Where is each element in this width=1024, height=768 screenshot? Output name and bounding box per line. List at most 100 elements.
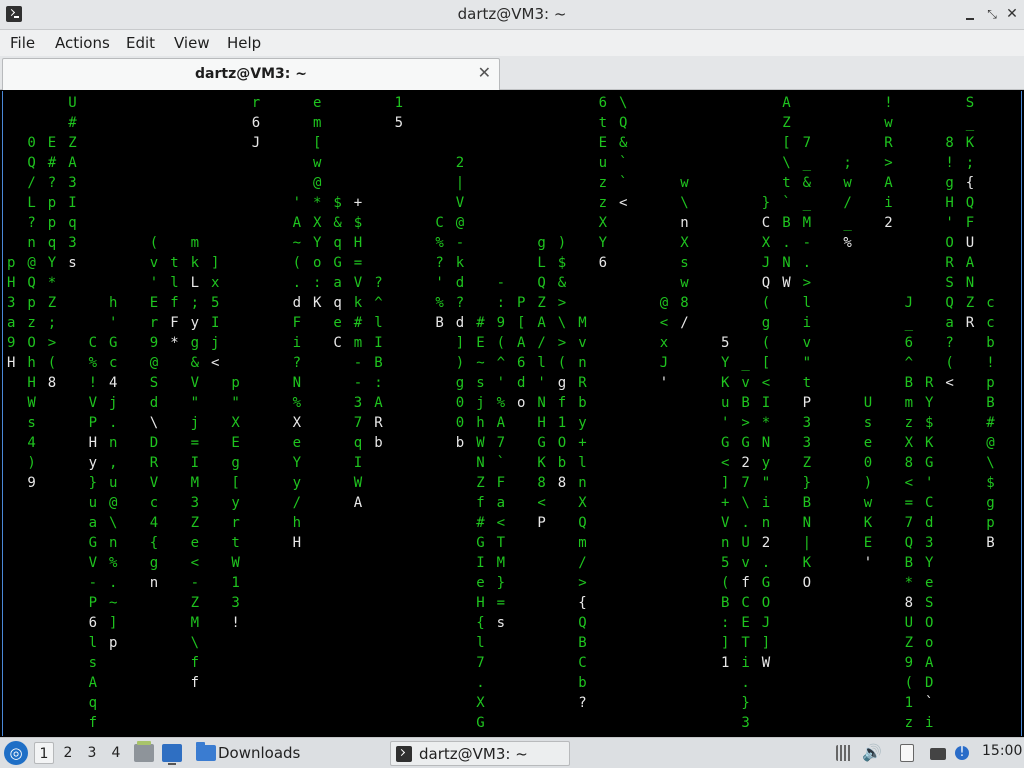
matrix-glyph: (	[558, 355, 566, 371]
matrix-glyph: <	[945, 375, 953, 391]
matrix-glyph: ^	[497, 355, 505, 371]
matrix-glyph: y	[231, 495, 239, 511]
matrix-glyph: \	[619, 95, 627, 111]
matrix-glyph: K	[966, 135, 975, 151]
matrix-glyph: r	[150, 315, 158, 331]
matrix-glyph: y	[578, 415, 586, 431]
matrix-glyph: A	[537, 315, 546, 331]
volume-icon[interactable]: 🔊	[862, 743, 882, 763]
workspace-1[interactable]: 1	[34, 742, 54, 764]
clipboard-icon[interactable]	[900, 744, 914, 762]
matrix-glyph: Y	[313, 235, 322, 251]
matrix-glyph: '	[435, 275, 443, 291]
matrix-glyph: T	[497, 535, 506, 551]
matrix-glyph: c	[109, 355, 117, 371]
matrix-glyph: :	[721, 615, 729, 631]
matrix-glyph: #	[476, 315, 485, 331]
matrix-glyph: A	[293, 215, 302, 231]
matrix-glyph: y	[191, 315, 199, 331]
matrix-glyph: b	[374, 435, 382, 451]
matrix-glyph: !	[945, 155, 953, 171]
matrix-glyph: 1	[905, 695, 913, 711]
matrix-glyph: E	[150, 295, 158, 311]
network-icon[interactable]	[930, 748, 946, 760]
matrix-glyph: t	[170, 255, 178, 271]
matrix-glyph: @	[27, 255, 36, 271]
matrix-glyph: -	[803, 235, 811, 251]
matrix-glyph: H	[89, 435, 97, 451]
matrix-glyph: B	[986, 395, 994, 411]
matrix-glyph: m	[191, 235, 199, 251]
matrix-glyph: o	[925, 635, 933, 651]
matrix-glyph: b	[456, 435, 464, 451]
tray-app-grid-icon[interactable]	[836, 745, 852, 761]
matrix-glyph: W	[476, 435, 485, 451]
matrix-glyph: $	[354, 215, 362, 231]
matrix-glyph: I	[762, 395, 770, 411]
tab-close-icon[interactable]: ✕	[478, 63, 491, 82]
workspace-4[interactable]: 4	[106, 742, 126, 764]
menu-view[interactable]: View	[174, 34, 210, 52]
matrix-glyph: <	[905, 475, 913, 491]
matrix-glyph: 7	[476, 655, 484, 671]
tab-terminal[interactable]: dartz@VM3: ~ ✕	[2, 58, 500, 90]
matrix-glyph: i	[293, 335, 301, 351]
matrix-glyph: >	[803, 275, 811, 291]
matrix-glyph: A	[884, 175, 893, 191]
menu-help[interactable]: Help	[227, 34, 261, 52]
matrix-glyph: g	[456, 375, 464, 391]
matrix-glyph: 3	[741, 715, 749, 731]
matrix-glyph: 8	[680, 295, 688, 311]
task-downloads[interactable]: Downloads	[194, 741, 374, 766]
matrix-glyph: %	[497, 395, 506, 411]
matrix-glyph: ;	[843, 155, 851, 171]
matrix-glyph: A	[89, 675, 98, 691]
update-notifier-icon[interactable]: !	[955, 746, 969, 760]
start-menu-icon[interactable]: ◎	[4, 741, 28, 765]
show-desktop-icon[interactable]	[162, 744, 182, 765]
matrix-glyph: Y	[721, 355, 730, 371]
workspace-3[interactable]: 3	[82, 742, 102, 764]
matrix-glyph: }	[803, 475, 811, 491]
matrix-glyph: V	[456, 195, 465, 211]
matrix-glyph: ;	[966, 155, 974, 171]
terminal-view[interactable]: p H 3 a 9 H 0 Q / L? n @ Qp z Oh H Ws 4) 9 E #? p p q Y * Z; >(8 U # Z…	[2, 91, 1022, 736]
matrix-glyph: O	[925, 615, 933, 631]
maximize-button[interactable]: ⤡	[984, 6, 1000, 22]
window-titlebar[interactable]: dartz@VM3: ~ ⤡ ✕	[0, 0, 1024, 30]
matrix-glyph: B	[782, 215, 790, 231]
matrix-glyph: :	[374, 375, 382, 391]
matrix-glyph: .	[803, 255, 811, 271]
matrix-glyph: J	[762, 615, 770, 631]
matrix-glyph: M	[191, 615, 199, 631]
task-terminal[interactable]: dartz@VM3: ~	[390, 741, 570, 766]
matrix-glyph: _	[741, 355, 750, 371]
matrix-glyph: >	[578, 575, 586, 591]
close-button[interactable]: ✕	[1004, 6, 1020, 22]
matrix-glyph: 6	[599, 95, 607, 111]
matrix-glyph: 3	[68, 175, 76, 191]
matrix-glyph: b	[578, 395, 586, 411]
matrix-glyph: g	[537, 235, 545, 251]
matrix-glyph: \	[680, 195, 688, 211]
matrix-glyph: s	[89, 655, 97, 671]
matrix-glyph: ]	[109, 615, 117, 631]
matrix-glyph: 1	[721, 655, 729, 671]
matrix-glyph: c	[986, 315, 994, 331]
matrix-glyph: .	[293, 275, 301, 291]
matrix-glyph: $	[333, 195, 341, 211]
matrix-glyph: (	[945, 355, 953, 371]
minimize-button[interactable]	[962, 6, 978, 22]
menu-file[interactable]: File	[10, 34, 35, 52]
matrix-glyph: w	[313, 155, 322, 171]
matrix-glyph: '	[150, 275, 158, 291]
matrix-glyph: $	[558, 255, 566, 271]
menu-edit[interactable]: Edit	[126, 34, 155, 52]
matrix-glyph: h	[109, 295, 117, 311]
matrix-glyph: @	[660, 295, 669, 311]
matrix-glyph: G	[476, 715, 484, 731]
menu-actions[interactable]: Actions	[55, 34, 110, 52]
matrix-glyph: F	[293, 315, 301, 331]
workspace-2[interactable]: 2	[58, 742, 78, 764]
file-manager-icon[interactable]	[134, 741, 154, 762]
